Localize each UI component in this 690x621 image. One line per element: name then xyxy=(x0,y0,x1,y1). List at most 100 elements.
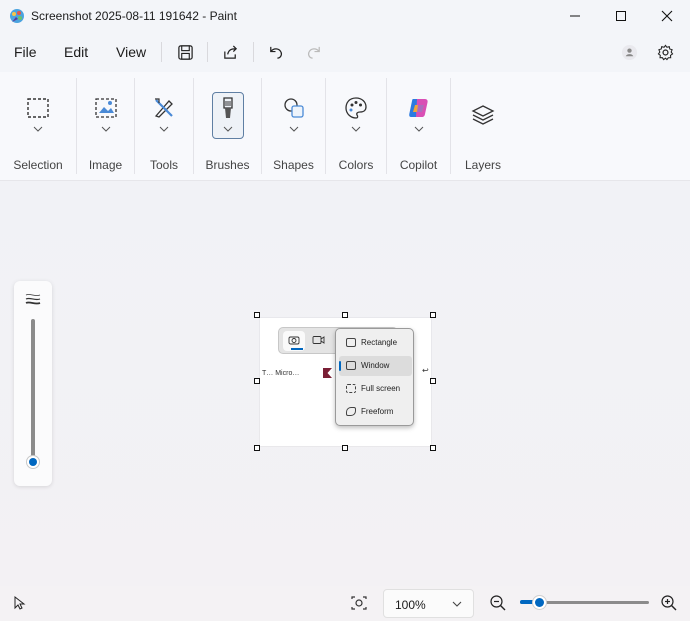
image-icon xyxy=(92,94,120,122)
zoom-in-button[interactable] xyxy=(660,594,678,612)
save-icon xyxy=(177,44,193,60)
zoom-in-icon xyxy=(661,595,677,611)
window-title: Screenshot 2025-08-11 191642 - Paint xyxy=(31,9,237,23)
ribbon-label-layers: Layers xyxy=(464,158,502,172)
ribbon-group-image[interactable]: Image xyxy=(77,72,134,181)
layers-icon xyxy=(469,102,497,130)
resize-handle-bottom-right[interactable] xyxy=(430,445,436,451)
resize-handle-bottom-left[interactable] xyxy=(254,445,260,451)
ribbon-group-layers[interactable]: Layers xyxy=(451,72,515,181)
snip-item-label: Rectangle xyxy=(361,338,398,347)
video-icon xyxy=(312,336,325,344)
maximize-button[interactable] xyxy=(598,0,644,32)
resize-handle-bottom[interactable] xyxy=(342,445,348,451)
status-bar: 100% xyxy=(0,586,690,621)
ribbon-label-brushes: Brushes xyxy=(205,158,250,172)
copilot-icon xyxy=(405,94,433,122)
account-icon xyxy=(621,44,637,60)
menu-bar: File Edit View xyxy=(0,32,690,72)
rectangle-icon xyxy=(346,338,356,347)
canvas-area[interactable]: T… Micro… ↩ Rectangle Window Full screen… xyxy=(0,181,690,586)
zoom-out-icon xyxy=(490,595,506,611)
ribbon-group-copilot[interactable]: Copilot xyxy=(387,72,450,181)
resize-handle-top[interactable] xyxy=(342,312,348,318)
palette-icon xyxy=(342,94,370,122)
brush-size-thumb[interactable] xyxy=(26,455,40,469)
selected-indicator xyxy=(339,361,341,371)
resize-handle-top-right[interactable] xyxy=(430,312,436,318)
ribbon-label-selection: Selection xyxy=(13,158,63,172)
divider xyxy=(253,42,254,62)
divider xyxy=(207,42,208,62)
chevron-down-icon xyxy=(289,126,298,132)
zoom-value: 100% xyxy=(395,598,426,612)
snip-item-rectangle: Rectangle xyxy=(339,333,412,353)
zoom-out-button[interactable] xyxy=(489,594,507,612)
chevron-down-icon xyxy=(223,126,232,132)
save-button[interactable] xyxy=(172,40,198,64)
ribbon-label-shapes: Shapes xyxy=(273,158,314,172)
cursor-position-icon xyxy=(14,595,26,610)
freeform-icon xyxy=(346,407,356,416)
menu-view[interactable]: View xyxy=(116,44,146,60)
fit-to-window-icon xyxy=(351,596,367,610)
tools-icon xyxy=(150,94,178,122)
ribbon-group-tools[interactable]: Tools xyxy=(135,72,193,181)
ribbon-group-shapes[interactable]: Shapes xyxy=(262,72,325,181)
brush-size-icon xyxy=(25,294,41,305)
resize-handle-top-left[interactable] xyxy=(254,312,260,318)
menu-file[interactable]: File xyxy=(14,44,37,60)
ribbon-label-copilot: Copilot xyxy=(399,158,438,172)
zoom-dropdown[interactable]: 100% xyxy=(383,589,474,618)
close-button[interactable] xyxy=(644,0,690,32)
snip-mode-menu-image: Rectangle Window Full screen Freeform xyxy=(335,328,414,426)
brush-size-panel xyxy=(14,281,52,486)
ribbon-group-selection[interactable]: Selection xyxy=(0,72,76,181)
ribbon-label-tools: Tools xyxy=(149,158,178,172)
maximize-icon xyxy=(616,11,626,21)
ribbon-group-brushes[interactable]: Brushes xyxy=(194,72,261,181)
camera-tab xyxy=(283,331,305,351)
full-screen-icon xyxy=(346,384,356,393)
selected-indicator xyxy=(291,348,303,350)
chevron-down-icon xyxy=(452,601,462,607)
snip-item-label: Full screen xyxy=(361,384,401,393)
background-arrow-icon: ↩ xyxy=(422,366,429,375)
snip-item-window: Window xyxy=(339,356,412,376)
snip-item-label: Freeform xyxy=(361,407,394,416)
title-bar: Screenshot 2025-08-11 191642 - Paint xyxy=(0,0,690,32)
ribbon-group-colors[interactable]: Colors xyxy=(326,72,386,181)
brush-icon xyxy=(214,94,242,122)
snip-item-freeform: Freeform xyxy=(339,402,412,422)
settings-icon xyxy=(657,44,673,60)
undo-button[interactable] xyxy=(262,40,288,64)
close-icon xyxy=(661,10,673,22)
minimize-button[interactable] xyxy=(552,0,598,32)
redo-button[interactable] xyxy=(301,40,327,64)
ribbon-label-image: Image xyxy=(88,158,123,172)
minimize-icon xyxy=(570,15,580,17)
resize-handle-left[interactable] xyxy=(254,378,260,384)
chevron-down-icon xyxy=(414,126,423,132)
zoom-slider-thumb[interactable] xyxy=(531,595,547,610)
brush-size-track[interactable] xyxy=(31,319,35,457)
share-icon xyxy=(223,44,237,59)
redo-icon xyxy=(307,46,320,59)
menu-edit[interactable]: Edit xyxy=(64,44,88,60)
camera-icon xyxy=(288,336,300,345)
fit-to-window-button[interactable] xyxy=(348,593,370,613)
snip-item-label: Window xyxy=(361,361,390,370)
share-button[interactable] xyxy=(217,40,243,64)
background-logo xyxy=(323,368,332,378)
undo-icon xyxy=(269,46,282,59)
selection-icon xyxy=(24,94,52,122)
account-button[interactable] xyxy=(616,40,642,64)
chevron-down-icon xyxy=(159,126,169,132)
settings-button[interactable] xyxy=(652,40,678,64)
chevron-down-icon xyxy=(33,126,43,132)
image-canvas[interactable]: T… Micro… ↩ Rectangle Window Full screen… xyxy=(260,318,431,446)
resize-handle-right[interactable] xyxy=(430,378,436,384)
snip-item-full-screen: Full screen xyxy=(339,379,412,399)
window-icon xyxy=(346,361,356,370)
divider xyxy=(161,42,162,62)
